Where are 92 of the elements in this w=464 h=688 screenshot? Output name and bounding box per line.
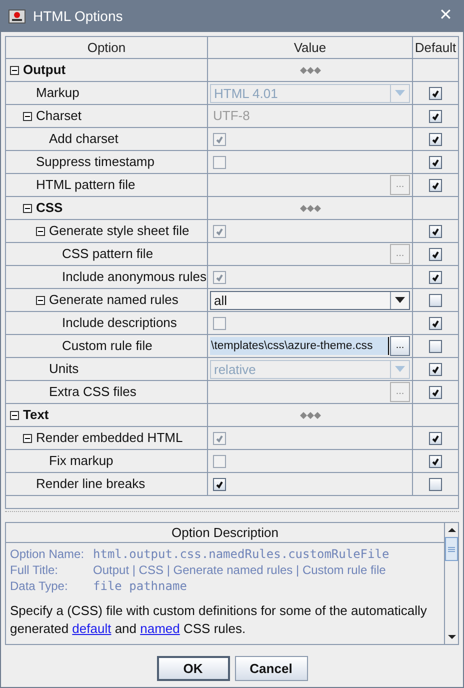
option-label: Render line breaks <box>36 475 146 494</box>
checkmark-icon <box>431 134 440 144</box>
dots-icon <box>300 204 320 212</box>
scrollbar[interactable] <box>444 523 458 644</box>
column-header[interactable]: Default <box>412 37 458 58</box>
field-value: file pathname <box>93 578 187 595</box>
default-checkbox[interactable] <box>429 316 442 330</box>
option-label: Add charset <box>49 130 118 148</box>
dialog-button[interactable]: OK <box>156 656 230 681</box>
column-header[interactable]: Value <box>207 37 412 58</box>
checkmark-icon <box>431 180 440 190</box>
default-checkbox[interactable] <box>429 156 442 168</box>
caret-icon <box>395 297 405 303</box>
default-checkbox[interactable] <box>429 178 442 192</box>
field-label: Data Type: <box>10 578 69 595</box>
option-label: Include anonymous rules <box>62 268 207 286</box>
dots-icon <box>300 412 320 418</box>
group-label: Text <box>23 406 49 424</box>
dots-icon <box>300 66 320 74</box>
link[interactable]: named <box>140 621 180 636</box>
option-label: Extra CSS files <box>49 383 136 402</box>
checkmark-icon <box>431 112 440 120</box>
option-label: Suppress timestamp <box>36 153 154 172</box>
collapse-icon[interactable] <box>23 204 32 212</box>
collapse-icon[interactable] <box>23 434 32 442</box>
grip-icon <box>448 546 455 552</box>
window-title: HTML Options <box>33 6 124 26</box>
close-button[interactable]: ✕ <box>435 4 456 28</box>
default-checkbox[interactable] <box>429 224 442 238</box>
group-label: CSS <box>36 199 63 218</box>
default-checkbox[interactable] <box>429 362 442 376</box>
checkmark-icon <box>431 434 440 442</box>
field-label: Option Name: <box>10 546 86 563</box>
checkmark-icon <box>215 480 224 488</box>
group-label: Output <box>23 61 66 80</box>
default-checkbox[interactable] <box>429 386 442 398</box>
field-value: html.output.css.namedRules.customRuleFile <box>93 546 390 563</box>
checkmark-icon <box>431 88 440 98</box>
link[interactable]: default <box>72 621 112 636</box>
checkmark-icon <box>215 226 224 236</box>
dropdown[interactable]: all <box>210 290 410 310</box>
default-checkbox[interactable] <box>429 478 442 490</box>
checkmark-icon <box>431 250 440 258</box>
browse-button[interactable]: ... <box>390 336 410 356</box>
value-text: UTF-8 <box>212 107 251 126</box>
default-checkbox[interactable] <box>429 248 442 260</box>
checkmark-icon <box>431 318 440 328</box>
field-value: Output | CSS | Generate named rules | Custom rule file <box>93 562 386 579</box>
option-label: Custom rule file <box>62 337 152 356</box>
option-label: HTML pattern file <box>36 176 136 194</box>
dialog-button[interactable]: Cancel <box>234 656 308 681</box>
checkmark-icon <box>215 434 224 442</box>
default-checkbox[interactable] <box>429 454 442 468</box>
checkmark-icon <box>215 134 224 144</box>
default-checkbox[interactable] <box>429 432 442 444</box>
checkmark-icon <box>431 364 440 374</box>
option-label: CSS pattern file <box>62 245 154 264</box>
caret-icon <box>395 366 405 372</box>
default-checkbox[interactable] <box>429 86 442 100</box>
checkmark-icon <box>431 158 440 166</box>
description-text: Specify a (CSS) file with custom definitions for some of the automatically generated default and named CSS rules. <box>10 602 428 638</box>
collapse-icon[interactable] <box>23 112 32 120</box>
scroll-thumb[interactable] <box>445 537 458 561</box>
app-icon <box>8 7 26 25</box>
option-label: Include descriptions <box>62 314 177 332</box>
field-label: Full Title: <box>10 562 60 579</box>
default-checkbox[interactable] <box>429 132 442 146</box>
collapse-icon[interactable] <box>10 66 19 74</box>
collapse-icon[interactable] <box>36 226 45 236</box>
option-label: Charset <box>36 107 82 126</box>
file-path-field[interactable]: \templates\css\azure-theme.css <box>210 337 389 355</box>
collapse-icon[interactable] <box>10 410 19 420</box>
default-checkbox[interactable] <box>429 110 442 122</box>
default-checkbox[interactable] <box>429 340 442 352</box>
checkbox[interactable] <box>213 478 226 490</box>
checkmark-icon <box>431 388 440 396</box>
option-label: Generate named rules <box>49 291 178 310</box>
caret-icon <box>395 90 405 96</box>
checkmark-icon <box>431 456 440 466</box>
collapse-icon[interactable] <box>36 296 45 304</box>
option-label: Render embedded HTML <box>36 429 183 448</box>
default-checkbox[interactable] <box>429 294 442 306</box>
option-label: Generate style sheet file <box>49 222 190 240</box>
checkmark-icon <box>431 226 440 236</box>
panel-title: Option Description <box>6 523 444 543</box>
option-label: Fix markup <box>49 452 114 470</box>
checkmark-icon <box>431 272 440 282</box>
option-label: Units <box>49 360 79 378</box>
column-header[interactable]: Option <box>6 37 207 58</box>
default-checkbox[interactable] <box>429 270 442 284</box>
option-label: Markup <box>36 84 80 102</box>
checkmark-icon <box>215 272 224 282</box>
